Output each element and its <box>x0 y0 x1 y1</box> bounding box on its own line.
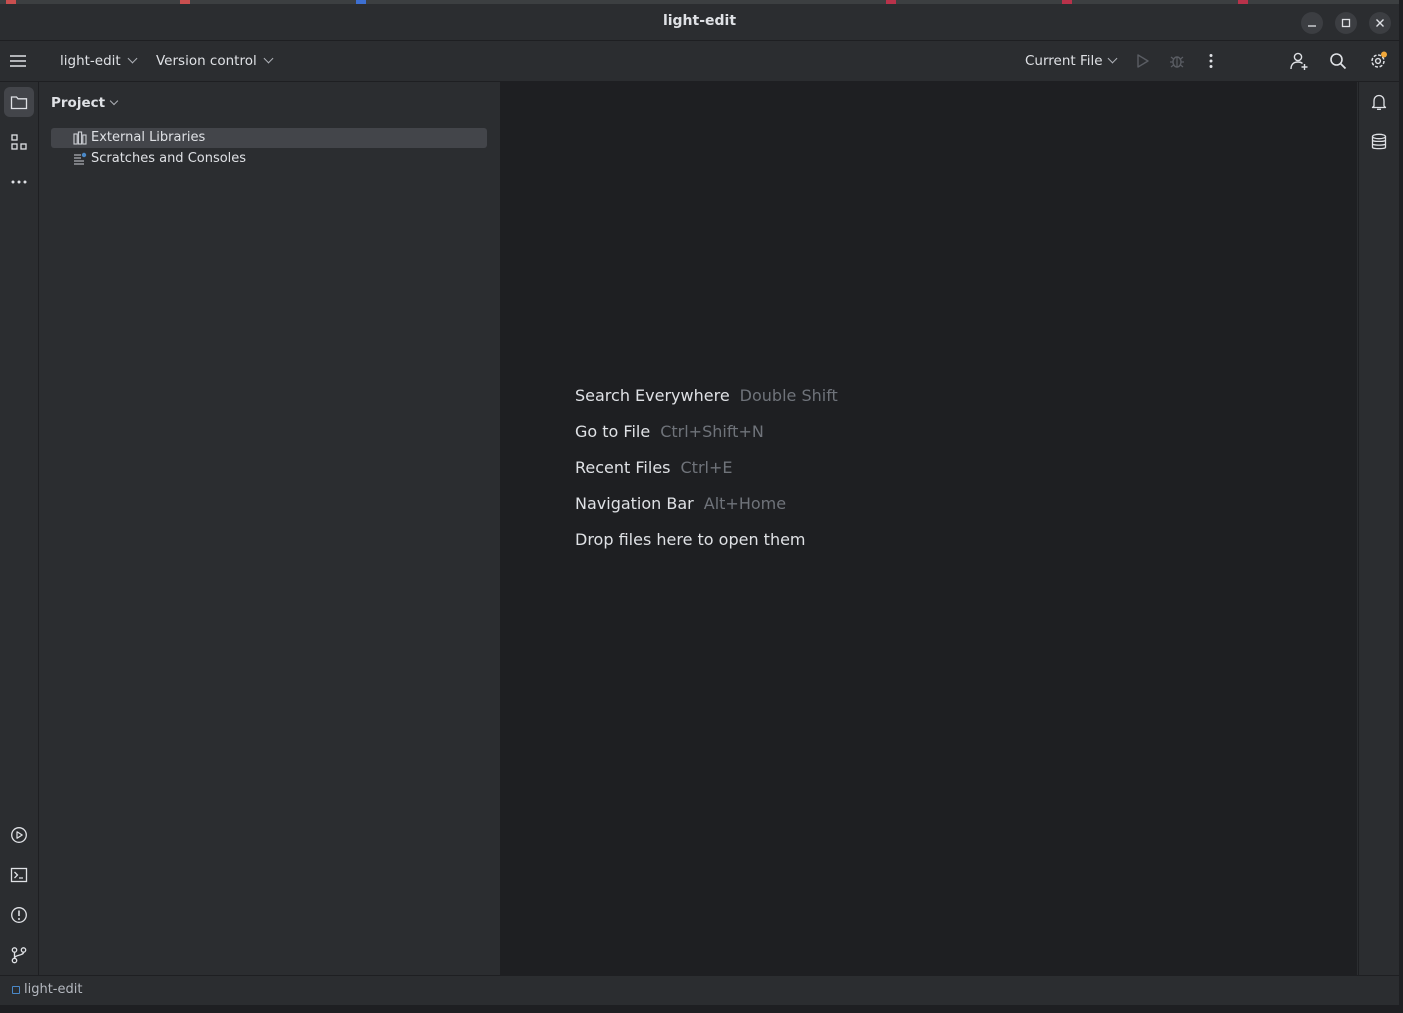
vcs-toolwindow-button[interactable] <box>4 940 34 970</box>
services-toolwindow-button[interactable] <box>4 820 34 850</box>
project-panel-title: Project <box>51 95 106 111</box>
problems-icon <box>11 907 27 923</box>
main-menu-button[interactable] <box>7 50 29 72</box>
debug-button[interactable] <box>1166 50 1188 72</box>
close-button[interactable] <box>1369 12 1391 34</box>
run-icon <box>1137 54 1149 68</box>
run-config-label: Current File <box>1025 53 1103 69</box>
vcs-widget[interactable]: Version control <box>156 53 274 69</box>
status-breadcrumb[interactable]: light-edit <box>24 982 82 997</box>
hint-go-to-file: Go to File Ctrl+Shift+N <box>575 422 764 441</box>
chevron-down-icon <box>1107 53 1118 64</box>
hint-shortcut: Ctrl+Shift+N <box>660 422 764 441</box>
more-actions-button[interactable] <box>1200 50 1222 72</box>
minimize-button[interactable] <box>1301 12 1323 34</box>
more-vertical-icon <box>1209 54 1213 68</box>
module-icon <box>12 986 20 994</box>
left-toolwindow-strip <box>0 82 39 975</box>
ide-window: light-edit light-edit Version control Cu… <box>0 0 1399 1005</box>
add-user-icon <box>1290 52 1308 70</box>
gear-icon <box>1371 51 1387 68</box>
tree-item-label: Scratches and Consoles <box>91 151 247 166</box>
close-icon <box>1376 19 1384 27</box>
chevron-down-icon <box>263 53 274 64</box>
library-icon <box>73 131 87 145</box>
more-horizontal-icon <box>11 180 27 184</box>
chevron-down-icon <box>127 53 138 64</box>
scratches-icon <box>74 152 87 165</box>
notifications-button[interactable] <box>1364 87 1394 117</box>
tree-item-external-libraries[interactable]: External Libraries <box>51 128 487 148</box>
settings-button[interactable] <box>1367 50 1389 72</box>
run-button[interactable] <box>1132 50 1154 72</box>
services-icon <box>11 827 27 843</box>
status-bar: light-edit <box>0 975 1399 1005</box>
main-toolbar: light-edit Version control Current File <box>0 41 1399 82</box>
right-toolwindow-strip <box>1358 82 1399 975</box>
database-icon <box>1371 133 1387 150</box>
window-title: light-edit <box>662 13 737 29</box>
tree-item-label: External Libraries <box>91 130 206 145</box>
project-toolwindow-button[interactable] <box>4 87 34 117</box>
title-bar: light-edit <box>0 4 1399 41</box>
project-name: light-edit <box>60 53 121 69</box>
project-widget[interactable]: light-edit <box>60 53 138 69</box>
hint-drop-files: Drop files here to open them <box>575 530 806 549</box>
hint-action: Drop files here to open them <box>575 530 806 549</box>
maximize-icon <box>1341 18 1351 28</box>
search-everywhere-button[interactable] <box>1327 50 1349 72</box>
code-with-me-button[interactable] <box>1288 50 1310 72</box>
hint-action: Recent Files <box>575 458 671 477</box>
hint-shortcut: Alt+Home <box>703 494 787 513</box>
project-view-selector[interactable]: Project <box>51 95 119 111</box>
hint-shortcut: Ctrl+E <box>680 458 733 477</box>
terminal-icon <box>10 867 28 883</box>
minimize-icon <box>1308 25 1316 27</box>
tree-item-scratches[interactable]: Scratches and Consoles <box>51 149 487 169</box>
search-icon <box>1330 53 1347 70</box>
run-configuration-selector[interactable]: Current File <box>1025 53 1118 69</box>
bell-icon <box>1371 94 1387 110</box>
problems-toolwindow-button[interactable] <box>4 900 34 930</box>
editor-empty-area: Search Everywhere Double Shift Go to File… <box>501 82 1357 975</box>
structure-toolwindow-button[interactable] <box>4 127 34 157</box>
hint-navigation-bar: Navigation Bar Alt+Home <box>575 494 786 513</box>
git-branch-icon <box>11 947 27 964</box>
hint-action: Navigation Bar <box>575 494 694 513</box>
hint-recent-files: Recent Files Ctrl+E <box>575 458 732 477</box>
hint-action: Search Everywhere <box>575 386 730 405</box>
hint-action: Go to File <box>575 422 651 441</box>
vcs-label: Version control <box>156 53 257 69</box>
structure-icon <box>11 134 27 150</box>
terminal-toolwindow-button[interactable] <box>4 860 34 890</box>
more-toolwindows-button[interactable] <box>4 167 34 197</box>
maximize-button[interactable] <box>1335 12 1357 34</box>
folder-icon <box>10 96 28 110</box>
chevron-down-icon <box>109 96 119 106</box>
hint-shortcut: Double Shift <box>739 386 838 405</box>
hint-search-everywhere: Search Everywhere Double Shift <box>575 386 838 405</box>
bug-icon <box>1170 56 1184 68</box>
hamburger-menu-icon <box>10 55 26 67</box>
project-panel: Project External Libraries Scratches and… <box>39 82 501 975</box>
database-toolwindow-button[interactable] <box>1364 127 1394 157</box>
